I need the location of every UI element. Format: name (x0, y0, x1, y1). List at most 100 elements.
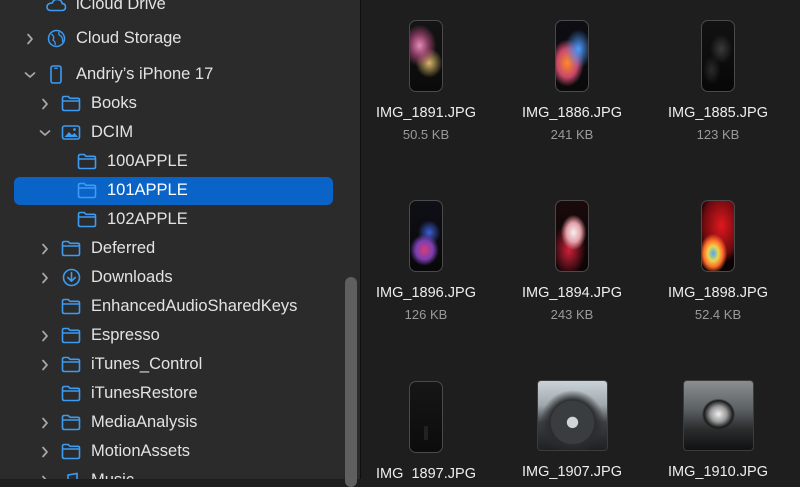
sidebar-item-label: iTunesRestore (91, 384, 198, 402)
sidebar-item-music[interactable]: Music (0, 466, 344, 479)
file-size: 123 KB (696, 127, 740, 142)
image-thumbnail[interactable] (409, 20, 443, 92)
image-thumbnail[interactable] (409, 200, 443, 272)
chevron-right-icon[interactable] (39, 475, 51, 479)
chevron-down-icon[interactable] (39, 127, 51, 139)
file-name: IMG_1891.JPG (376, 105, 476, 121)
image-thumbnail[interactable] (555, 200, 589, 272)
photo-thumbnail[interactable] (682, 380, 754, 451)
chevron-right-icon[interactable] (39, 417, 51, 429)
folder-icon (60, 383, 82, 405)
sidebar-item-label: 102APPLE (107, 210, 188, 228)
folder-icon (60, 93, 82, 115)
file-size: 126 KB (404, 307, 448, 322)
folder-icon (60, 325, 82, 347)
image-thumbnail[interactable] (701, 200, 735, 272)
sidebar-item-motionassets[interactable]: MotionAssets (0, 437, 344, 466)
sidebar-item-label: EnhancedAudioSharedKeys (91, 297, 298, 315)
image-thumbnail[interactable] (701, 20, 735, 92)
sidebar-item-label: Andriy’s iPhone 17 (76, 65, 214, 83)
cloud-icon (45, 0, 67, 16)
sidebar-item-101apple[interactable]: 101APPLE (0, 176, 344, 205)
folder-icon (76, 180, 98, 202)
file-name: IMG_1897.JPG (376, 466, 476, 479)
photo-thumbnail[interactable] (536, 380, 608, 451)
folder-icon (60, 296, 82, 318)
file-name: IMG_1886.JPG (522, 105, 622, 121)
sidebar-item-andriy-s-iphone-17[interactable]: Andriy’s iPhone 17 (0, 60, 344, 89)
file-name: IMG_1898.JPG (668, 285, 768, 301)
sidebar-item-enhancedaudiosharedkeys[interactable]: EnhancedAudioSharedKeys (0, 292, 344, 321)
sidebar-item-label: Cloud Storage (76, 29, 182, 47)
sidebar-item-dcim[interactable]: DCIM (0, 118, 344, 147)
sidebar-item-downloads[interactable]: Downloads (0, 263, 344, 292)
sidebar-item-label: 100APPLE (107, 152, 188, 170)
sidebar-item-itunesrestore[interactable]: iTunesRestore (0, 379, 344, 408)
iphone-icon (45, 64, 67, 86)
file-tile[interactable]: IMG_1894.JPG 243 KB (507, 200, 637, 322)
file-name: IMG_1910.JPG (668, 464, 768, 479)
chevron-right-icon[interactable] (39, 359, 51, 371)
sidebar-item-100apple[interactable]: 100APPLE (0, 147, 344, 176)
file-name: IMG_1907.JPG (522, 464, 622, 479)
music-icon (60, 470, 82, 479)
chevron-right-icon[interactable] (39, 330, 51, 342)
sidebar-item-102apple[interactable]: 102APPLE (0, 205, 344, 234)
download-icon (60, 267, 82, 289)
file-tile[interactable]: IMG_1907.JPG (507, 380, 637, 479)
file-size: 50.5 KB (402, 127, 450, 142)
file-size: 52.4 KB (694, 307, 742, 322)
folder-icon (76, 151, 98, 173)
file-tile[interactable]: IMG_1885.JPG 123 KB (653, 20, 783, 142)
file-tile[interactable]: IMG_1896.JPG 126 KB (361, 200, 491, 322)
chevron-right-icon[interactable] (39, 446, 51, 458)
sidebar-item-cloud-storage[interactable]: Cloud Storage (0, 24, 344, 53)
sidebar-item-mediaanalysis[interactable]: MediaAnalysis (0, 408, 344, 437)
folder-icon (60, 412, 82, 434)
file-tile[interactable]: IMG_1886.JPG 241 KB (507, 20, 637, 142)
photo-folder-icon (60, 122, 82, 144)
file-size: 241 KB (550, 127, 594, 142)
chevron-right-icon[interactable] (39, 98, 51, 110)
globe-icon (45, 28, 67, 50)
file-grid: IMG_1891.JPG 50.5 KB IMG_1886.JPG 241 KB IMG… (361, 0, 800, 479)
sidebar-item-label: iCloud Drive (76, 0, 166, 13)
sidebar-item-label: Espresso (91, 326, 160, 344)
image-thumbnail[interactable] (555, 20, 589, 92)
sidebar-item-espresso[interactable]: Espresso (0, 321, 344, 350)
file-tile[interactable]: IMG_1891.JPG 50.5 KB (361, 20, 491, 142)
sidebar-item-label: DCIM (91, 123, 134, 141)
sidebar: iCloud Drive Cloud Storage Andriy’s iPhone… (0, 0, 344, 479)
chevron-right-icon[interactable] (39, 243, 51, 255)
sidebar-item-label: iTunes_Control (91, 355, 203, 373)
chevron-right-icon[interactable] (24, 33, 36, 45)
sidebar-item-label: MediaAnalysis (91, 413, 198, 431)
file-tile[interactable]: IMG_1898.JPG 52.4 KB (653, 200, 783, 322)
thumbnail-detail (424, 426, 428, 440)
file-name: IMG_1894.JPG (522, 285, 622, 301)
file-tile[interactable]: IMG_1910.JPG (653, 380, 783, 479)
sidebar-item-deferred[interactable]: Deferred (0, 234, 344, 263)
sidebar-item-label: Downloads (91, 268, 173, 286)
file-tile[interactable]: IMG_1897.JPG (361, 381, 491, 479)
sidebar-item-label: 101APPLE (107, 181, 188, 199)
sidebar-item-label: Books (91, 94, 137, 112)
folder-icon (60, 441, 82, 463)
folder-icon (76, 209, 98, 231)
chevron-down-icon[interactable] (24, 69, 36, 81)
sidebar-item-itunes-control[interactable]: iTunes_Control (0, 350, 344, 379)
chevron-right-icon[interactable] (39, 272, 51, 284)
sidebar-item-books[interactable]: Books (0, 89, 344, 118)
image-thumbnail[interactable] (409, 381, 443, 453)
folder-icon (60, 354, 82, 376)
sidebar-scrollbar-thumb[interactable] (345, 277, 357, 487)
sidebar-item-icloud-drive[interactable]: iCloud Drive (0, 0, 344, 19)
sidebar-item-label: MotionAssets (91, 442, 191, 460)
sidebar-item-label: Deferred (91, 239, 156, 257)
